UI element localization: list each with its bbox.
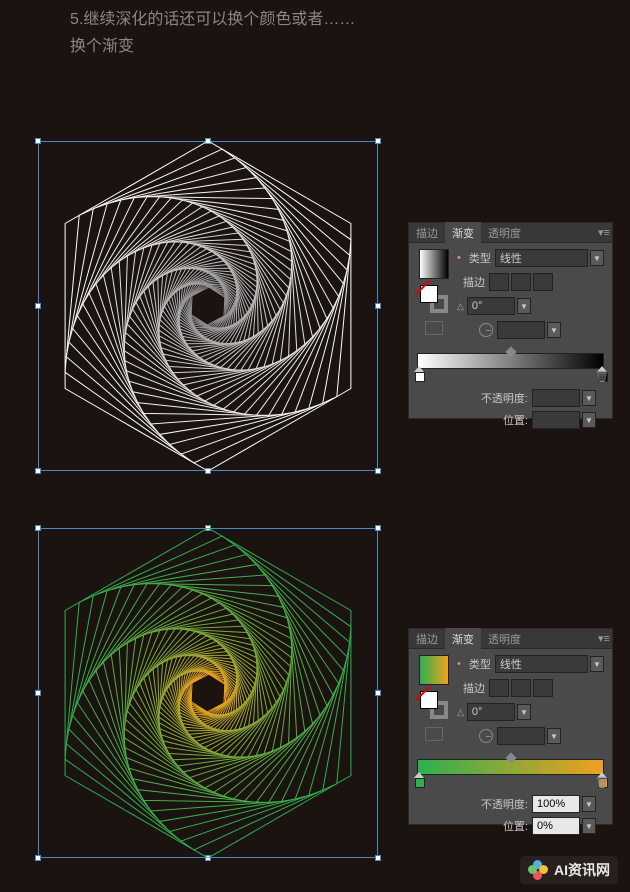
angle-input[interactable]: 0° [467,297,515,315]
position-label: 位置: [478,412,528,428]
dropdown-arrow-icon[interactable]: ▼ [582,390,596,406]
type-label: 类型 [463,250,491,266]
opacity-label: 不透明度: [478,390,528,406]
instruction-line1: 5.继续深化的话还可以换个颜色或者…… [70,6,355,33]
gradient-midpoint-icon[interactable] [505,752,516,763]
position-input[interactable] [532,411,580,429]
panel-tabs: 描边 渐变 透明度 ▾≡ [409,629,612,649]
watermark-text: AI资讯网 [554,860,610,880]
tab-transparency[interactable]: 透明度 [481,628,528,650]
aspect-ratio-icon [479,323,493,337]
panel-tabs: 描边 渐变 透明度 ▾≡ [409,223,612,243]
fill-stroke-toggle[interactable] [420,691,448,719]
fill-swatch[interactable] [420,285,438,303]
gradient-panel-2: 描边 渐变 透明度 ▾≡ • 类型 线性 ▼ [408,628,613,825]
stroke-align-button-1[interactable] [489,679,509,697]
tab-stroke[interactable]: 描边 [409,222,445,244]
dropdown-arrow-icon[interactable]: ▼ [582,796,596,812]
hexagon-spiral-artwork-bw[interactable] [38,141,378,471]
gradient-stop-left[interactable] [414,774,424,786]
gradient-slider[interactable]: 🗑 [417,759,604,775]
link-dot-icon: • [457,252,461,264]
gradient-preview-swatch[interactable] [419,249,449,279]
tab-stroke[interactable]: 描边 [409,628,445,650]
stroke-align-button-3[interactable] [533,273,553,291]
trash-icon[interactable]: 🗑 [595,370,607,384]
triangle-icon: △ [457,707,464,718]
watermark: AI资讯网 [520,856,618,884]
dropdown-arrow-icon[interactable]: ▼ [582,412,596,428]
panel-menu-icon[interactable]: ▾≡ [596,226,612,239]
dropdown-arrow-icon[interactable]: ▼ [590,250,604,266]
hexagon-spiral-artwork-color[interactable] [38,528,378,858]
fill-stroke-toggle[interactable] [420,285,448,313]
gradient-type-dropdown[interactable]: 线性 [495,655,588,673]
tab-gradient[interactable]: 渐变 [445,222,481,244]
gradient-type-dropdown[interactable]: 线性 [495,249,588,267]
dropdown-arrow-icon[interactable]: ▼ [582,818,596,834]
position-input[interactable]: 0% [532,817,580,835]
aspect-ratio-input[interactable] [497,727,545,745]
gradient-stop-left[interactable] [414,368,424,380]
selection-bounding-box[interactable] [38,141,378,471]
tab-gradient[interactable]: 渐变 [445,628,481,650]
reverse-gradient-button[interactable] [425,727,443,741]
aspect-ratio-icon [479,729,493,743]
reverse-gradient-button[interactable] [425,321,443,335]
stroke-label: 描边 [457,680,485,696]
dropdown-arrow-icon[interactable]: ▼ [590,656,604,672]
dropdown-arrow-icon[interactable]: ▼ [547,322,561,338]
instruction-line2: 换个渐变 [70,33,355,60]
position-label: 位置: [478,818,528,834]
instruction-text: 5.继续深化的话还可以换个颜色或者…… 换个渐变 [70,6,355,60]
stroke-label: 描边 [457,274,485,290]
gradient-slider[interactable]: 🗑 [417,353,604,369]
stroke-align-button-1[interactable] [489,273,509,291]
dropdown-arrow-icon[interactable]: ▼ [517,704,531,720]
dropdown-arrow-icon[interactable]: ▼ [547,728,561,744]
trash-icon[interactable]: 🗑 [595,776,607,790]
selection-bounding-box[interactable] [38,528,378,858]
opacity-input[interactable] [532,389,580,407]
opacity-label: 不透明度: [478,796,528,812]
stroke-align-button-3[interactable] [533,679,553,697]
stroke-align-button-2[interactable] [511,273,531,291]
watermark-logo-icon [528,860,548,880]
type-label: 类型 [463,656,491,672]
fill-swatch[interactable] [420,691,438,709]
triangle-icon: △ [457,301,464,312]
gradient-preview-swatch[interactable] [419,655,449,685]
artwork-canvas-1[interactable] [38,141,378,471]
dropdown-arrow-icon[interactable]: ▼ [517,298,531,314]
aspect-ratio-input[interactable] [497,321,545,339]
gradient-midpoint-icon[interactable] [505,346,516,357]
gradient-panel-1: 描边 渐变 透明度 ▾≡ • 类型 线性 ▼ [408,222,613,419]
artwork-canvas-2[interactable] [38,528,378,858]
panel-menu-icon[interactable]: ▾≡ [596,632,612,645]
angle-input[interactable]: 0° [467,703,515,721]
opacity-input[interactable]: 100% [532,795,580,813]
tab-transparency[interactable]: 透明度 [481,222,528,244]
stroke-align-button-2[interactable] [511,679,531,697]
link-dot-icon: • [457,658,461,670]
